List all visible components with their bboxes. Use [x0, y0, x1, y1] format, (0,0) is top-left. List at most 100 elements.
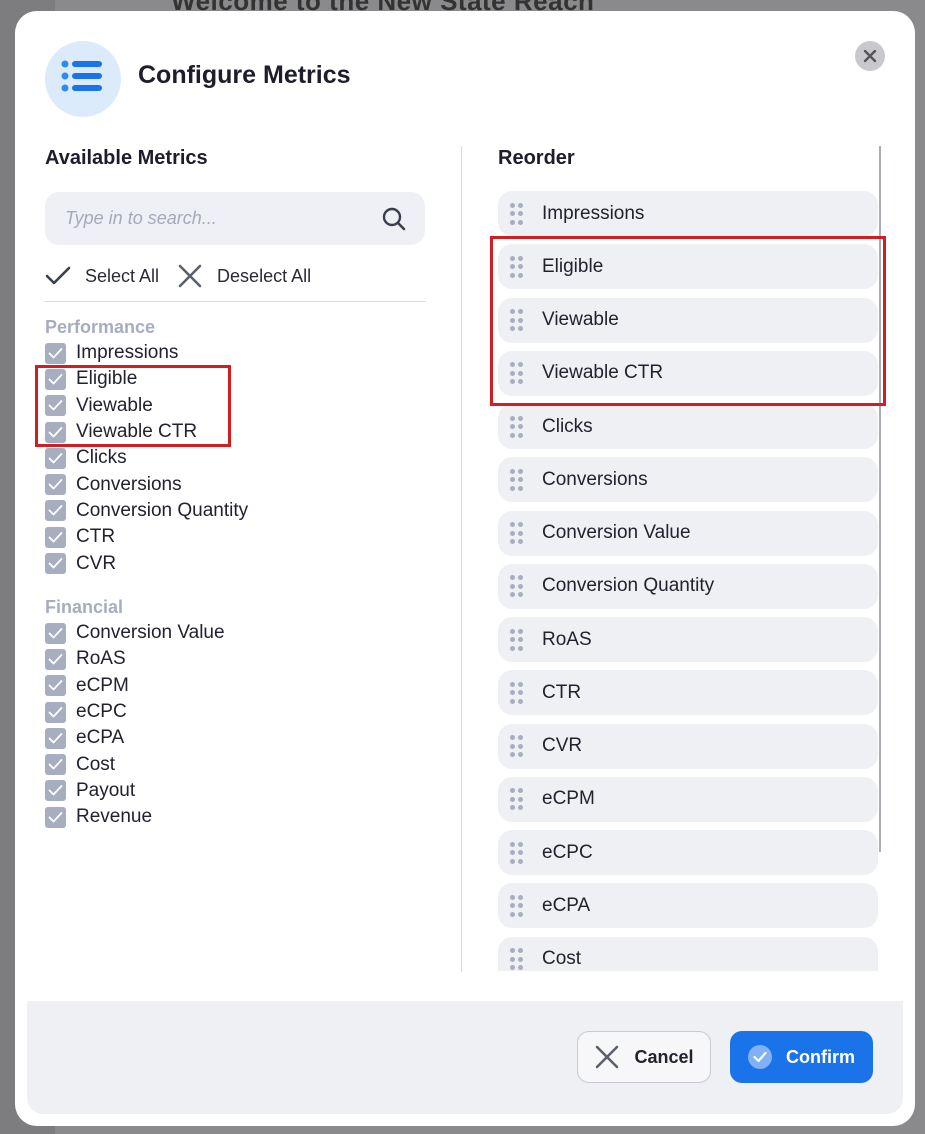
- checkbox-checked[interactable]: [45, 648, 66, 670]
- search-box: [45, 192, 425, 245]
- check-icon: [48, 732, 63, 744]
- reorder-item[interactable]: Conversion Value: [498, 510, 878, 556]
- checkbox-checked[interactable]: [45, 342, 66, 364]
- metric-label: CVR: [76, 552, 117, 574]
- drag-handle-icon[interactable]: [510, 948, 526, 970]
- available-metrics-heading: Available Metrics: [45, 147, 208, 169]
- check-icon: [48, 785, 63, 796]
- check-icon: [48, 347, 63, 359]
- reorder-item[interactable]: eCPA: [498, 883, 878, 929]
- select-all-label: Select All: [85, 265, 160, 286]
- drag-handle-icon[interactable]: [510, 628, 526, 651]
- checkbox-checked[interactable]: [45, 474, 66, 496]
- drag-handle-icon[interactable]: [510, 468, 526, 491]
- dialog-title: Configure Metrics: [138, 61, 351, 89]
- metric-checkbox-row[interactable]: CVR: [45, 550, 248, 576]
- check-icon: [48, 627, 63, 639]
- search-input[interactable]: [45, 192, 375, 245]
- drag-handle-icon[interactable]: [510, 894, 526, 917]
- reorder-item-label: Conversion Value: [542, 522, 691, 543]
- close-button[interactable]: [855, 41, 885, 71]
- drag-handle-icon[interactable]: [510, 575, 526, 598]
- reorder-item-label: Conversions: [542, 468, 648, 490]
- reorder-item-label: Conversion Quantity: [542, 575, 715, 597]
- reorder-item[interactable]: RoAS: [498, 617, 878, 662]
- select-all-button[interactable]: Select All: [45, 265, 159, 287]
- metric-checkbox-row[interactable]: Clicks: [45, 445, 248, 471]
- checkbox-checked[interactable]: [45, 727, 66, 749]
- reorder-item[interactable]: Conversion Quantity: [498, 563, 878, 609]
- metric-label: RoAS: [76, 648, 126, 670]
- checkbox-checked[interactable]: [45, 553, 66, 575]
- drag-handle-icon[interactable]: [510, 681, 526, 704]
- reorder-item[interactable]: eCPM: [498, 776, 878, 822]
- metric-checkbox-row[interactable]: eCPC: [45, 699, 225, 725]
- metric-checkbox-row[interactable]: Conversion Value: [45, 620, 225, 646]
- search-icon[interactable]: [381, 206, 407, 237]
- check-circle-icon: [748, 1045, 772, 1069]
- checkbox-checked[interactable]: [45, 675, 66, 697]
- drag-handle-icon[interactable]: [510, 788, 526, 811]
- reorder-item-label: Clicks: [542, 415, 593, 437]
- reorder-item[interactable]: Clicks: [498, 404, 878, 449]
- cancel-button[interactable]: Cancel: [577, 1031, 711, 1083]
- check-icon: [48, 811, 63, 823]
- metric-checkbox-row[interactable]: RoAS: [45, 646, 225, 672]
- check-icon: [48, 452, 63, 464]
- highlight-box: [35, 365, 231, 447]
- reorder-item-label: eCPA: [542, 894, 591, 916]
- metric-checkbox-row[interactable]: Revenue: [45, 804, 225, 830]
- drag-handle-icon[interactable]: [510, 415, 526, 438]
- reorder-item-label: CTR: [542, 681, 582, 703]
- metric-label: CTR: [76, 526, 116, 548]
- confirm-label: Confirm: [786, 1046, 855, 1067]
- reorder-item-label: Impressions: [542, 202, 645, 224]
- check-icon: [48, 759, 63, 770]
- metric-label: Conversion Value: [76, 622, 225, 644]
- checkbox-checked[interactable]: [45, 806, 66, 828]
- metric-checkbox-row[interactable]: Impressions: [45, 340, 248, 366]
- reorder-item[interactable]: Cost: [498, 936, 878, 971]
- metric-label: Cost: [76, 753, 116, 775]
- reorder-item[interactable]: CVR: [498, 723, 878, 769]
- reorder-item-label: CVR: [542, 735, 583, 756]
- x-icon: [178, 264, 202, 288]
- drag-handle-icon[interactable]: [510, 202, 526, 225]
- metric-label: eCPC: [76, 701, 127, 723]
- check-icon: [48, 505, 63, 516]
- reorder-item[interactable]: CTR: [498, 670, 878, 716]
- checkbox-checked[interactable]: [45, 500, 66, 522]
- metric-label: eCPM: [76, 674, 129, 696]
- reorder-item-label: RoAS: [542, 628, 592, 650]
- check-icon: [48, 558, 63, 569]
- check-icon: [48, 654, 63, 665]
- drag-handle-icon[interactable]: [510, 522, 526, 544]
- check-icon: [48, 706, 63, 717]
- metric-checkbox-row[interactable]: CTR: [45, 524, 248, 550]
- deselect-all-button[interactable]: Deselect All: [177, 263, 311, 289]
- checkbox-checked[interactable]: [45, 701, 66, 723]
- reorder-item[interactable]: eCPC: [498, 830, 878, 875]
- reorder-item-label: eCPM: [542, 788, 595, 810]
- checkbox-checked[interactable]: [45, 447, 66, 469]
- metric-checkbox-row[interactable]: eCPA: [45, 725, 225, 751]
- checkbox-checked[interactable]: [45, 622, 66, 644]
- metric-checkbox-row[interactable]: eCPM: [45, 673, 225, 699]
- checkbox-checked[interactable]: [45, 526, 66, 548]
- checkbox-checked[interactable]: [45, 754, 66, 776]
- checkbox-checked[interactable]: [45, 780, 66, 802]
- metric-label: Conversion Quantity: [76, 499, 249, 521]
- metric-group-financial: Financial Conversion Value RoAS eCPM eCPC eC…: [45, 594, 225, 830]
- reorder-heading: Reorder: [498, 147, 575, 169]
- metric-checkbox-row[interactable]: Conversion Quantity: [45, 498, 248, 524]
- list-icon: [45, 41, 121, 117]
- reorder-item[interactable]: Conversions: [498, 457, 878, 503]
- drag-handle-icon[interactable]: [510, 735, 526, 757]
- metric-checkbox-row[interactable]: Cost: [45, 751, 225, 777]
- reorder-item[interactable]: Impressions: [498, 191, 878, 236]
- confirm-button[interactable]: Confirm: [730, 1031, 873, 1083]
- drag-handle-icon[interactable]: [510, 841, 526, 864]
- close-icon: [863, 49, 877, 63]
- metric-checkbox-row[interactable]: Payout: [45, 778, 225, 804]
- metric-checkbox-row[interactable]: Conversions: [45, 471, 248, 497]
